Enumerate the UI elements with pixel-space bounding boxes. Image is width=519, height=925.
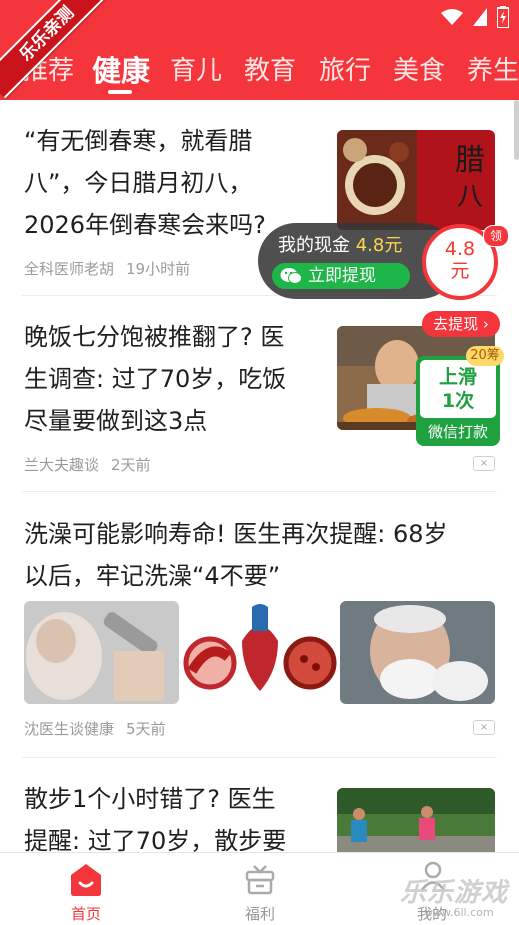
reward-badge: 20筹	[466, 346, 504, 366]
title-line: 尽量要做到这3点	[24, 407, 208, 435]
category-tabs: 推荐 健康 育儿 教育 旅行 美食 养生	[0, 40, 519, 96]
cash-label-text: 我的现金	[278, 235, 350, 256]
go-withdraw-label: 去提现	[433, 315, 479, 333]
title-line: 八”，今日腊月初八，	[24, 169, 253, 197]
article-thumbnail: 腊 八	[337, 130, 495, 230]
article-source: 全科医师老胡	[24, 260, 115, 278]
title-line: “有无倒春寒，就看腊	[24, 127, 253, 155]
active-tab-indicator	[108, 90, 132, 94]
article-meta: 全科医师老胡 19小时前	[24, 258, 190, 279]
tab-food[interactable]: 美食	[393, 50, 445, 87]
home-icon	[71, 864, 101, 896]
go-withdraw-button[interactable]: 去提现 ›	[422, 311, 500, 337]
title-line: 生调查: 过了70岁，吃饭	[24, 365, 287, 393]
article-source: 兰大夫趣谈	[24, 456, 100, 474]
tab-parenting[interactable]: 育儿	[170, 50, 222, 87]
swipe-task-line1: 上滑	[438, 366, 477, 388]
article-source: 沈医生谈健康	[24, 720, 115, 738]
article-meta: 沈医生谈健康 5天前	[24, 718, 166, 739]
signal-icon	[473, 8, 487, 26]
article-time: 19小时前	[126, 260, 191, 278]
article-title: 晚饭七分饱被推翻了? 医 生调查: 过了70岁，吃饭 尽量要做到这3点	[24, 316, 286, 442]
site-watermark-url: www.6ll.com	[424, 906, 494, 919]
article-title: 洗澡可能影响寿命! 医生再次提醒: 68岁 以后，牢记洗澡“4不要”	[24, 513, 448, 597]
wechat-icon	[280, 268, 302, 284]
article-time: 5天前	[126, 720, 166, 738]
battery-icon	[497, 6, 509, 28]
svg-text:腊: 腊	[455, 143, 485, 178]
article-title: 散步1个小时错了? 医生 提醒: 过了70岁，散步要	[24, 778, 286, 862]
coin-unit: 元	[450, 260, 470, 282]
divider	[22, 757, 497, 758]
title-line: 洗澡可能影响寿命! 医生再次提醒: 68岁	[24, 520, 448, 548]
title-line: 2026年倒春寒会来吗?	[24, 211, 266, 239]
article-image	[24, 601, 179, 704]
nav-welfare[interactable]: 福利	[200, 853, 320, 925]
nav-home-label: 首页	[70, 905, 101, 923]
scrollbar[interactable]	[514, 100, 519, 160]
dismiss-icon[interactable]: ×	[473, 720, 495, 735]
swipe-task-line2: 1次	[441, 390, 475, 412]
article-title: “有无倒春寒，就看腊 八”，今日腊月初八， 2026年倒春寒会来吗?	[24, 120, 266, 246]
cash-label: 我的现金 4.8元	[278, 231, 402, 257]
wifi-icon	[441, 9, 463, 25]
claim-badge[interactable]: 领	[483, 225, 509, 247]
article-thumbnail	[337, 788, 495, 852]
swipe-task-card[interactable]: 上滑 1次 微信打款	[416, 356, 500, 446]
svg-text:八: 八	[457, 182, 483, 212]
withdraw-now-label: 立即提现	[308, 266, 376, 286]
title-line: 晚饭七分饱被推翻了? 医	[24, 323, 285, 351]
gift-icon	[245, 865, 275, 895]
title-line: 散步1个小时错了? 医生	[24, 785, 276, 813]
nav-home[interactable]: 首页	[26, 853, 146, 925]
article-meta: 兰大夫趣谈 2天前	[24, 454, 151, 475]
tab-travel[interactable]: 旅行	[319, 50, 371, 87]
swipe-task-body: 上滑 1次	[420, 360, 496, 418]
tab-health[interactable]: 健康	[92, 48, 150, 90]
title-line: 以后，牢记洗澡“4不要”	[24, 562, 281, 590]
article-time: 2天前	[111, 456, 151, 474]
site-watermark: 乐乐游戏	[400, 878, 509, 908]
divider	[22, 491, 497, 492]
nav-welfare-label: 福利	[244, 905, 275, 923]
tab-wellness[interactable]: 养生	[467, 50, 519, 87]
withdraw-now-button[interactable]: 立即提现	[272, 263, 410, 289]
article-image	[340, 601, 495, 704]
status-bar	[441, 6, 509, 28]
cash-amount: 4.8元	[355, 235, 403, 256]
swipe-task-footer: 微信打款	[427, 423, 488, 441]
article-image	[182, 601, 337, 704]
tab-education[interactable]: 教育	[244, 50, 296, 87]
dismiss-icon[interactable]: ×	[473, 456, 495, 471]
